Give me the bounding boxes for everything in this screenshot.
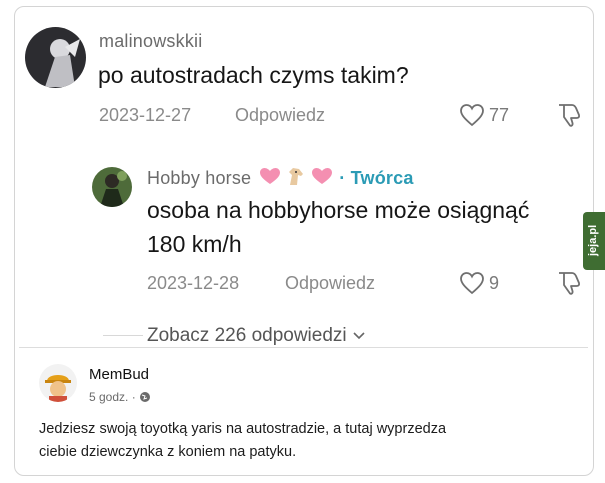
watermark-logo: jeja.pl [583,212,605,270]
heart-icon [460,272,484,295]
globe-icon [139,392,150,402]
reply-button[interactable]: Odpowiedz [285,273,375,294]
like-count: 9 [489,272,500,293]
dislike-button[interactable] [555,102,583,133]
comment-username[interactable]: malinowskkii [99,31,202,52]
heart-emoji-icon [311,167,333,190]
heart-icon [460,104,484,127]
creator-avatar[interactable] [92,167,132,207]
page-name[interactable]: MemBud [89,366,149,383]
creator-badge: · Twórca [339,168,414,188]
like-count: 77 [489,104,510,125]
horse-emoji-icon [285,166,307,191]
thumbs-down-icon [559,104,581,127]
comment-text: po autostradach czyms takim? [98,62,409,88]
post-time[interactable]: 5 godz. · [89,390,151,404]
like-button[interactable]: 77 [459,103,509,127]
comments-card: malinowskkii po autostradach czyms takim… [14,6,594,476]
reply-button[interactable]: Odpowiedz [235,105,325,126]
view-replies-button[interactable]: Zobacz 226 odpowiedzi [147,325,365,347]
post-text-line-2: ciebie dziewczynka z koniem na patyku. [39,444,297,460]
post-text-line-1: Jedziesz swoją toyotką yaris na autostra… [39,421,447,437]
reply-text-line-2: 180 km/h [147,231,242,257]
reply-text-line-1: osoba na hobbyhorse może osiągnąć [147,197,530,223]
user-avatar[interactable] [25,27,86,88]
reply-date: 2023-12-28 [147,273,240,293]
dislike-button[interactable] [555,270,583,301]
creator-username[interactable]: Hobby horse · Twórca [147,166,414,191]
comment-date: 2023-12-27 [99,105,192,125]
page-avatar[interactable] [39,364,77,402]
like-button[interactable]: 9 [459,271,499,295]
facebook-post: MemBud 5 godz. · Jedziesz swoją toyotką … [19,347,588,468]
heart-emoji-icon [259,167,281,190]
divider [103,335,143,336]
thumbs-down-icon [559,272,581,295]
chevron-down-icon [353,332,365,340]
